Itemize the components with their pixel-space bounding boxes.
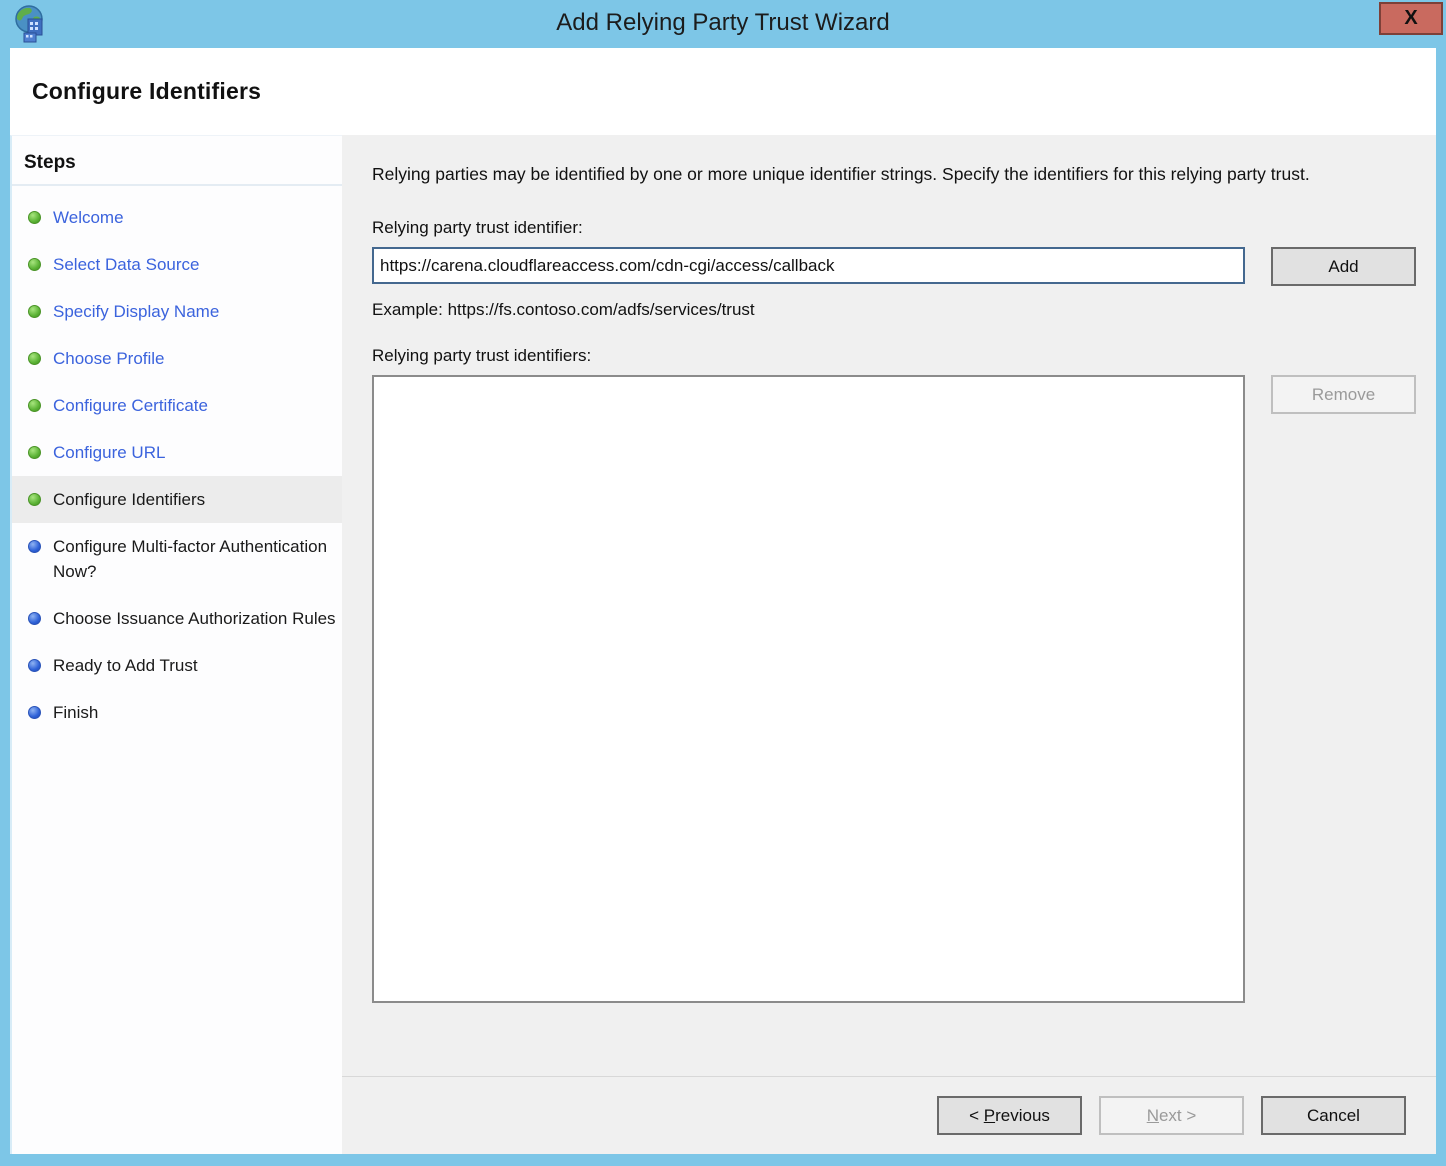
step-todo-bullet-icon bbox=[28, 612, 41, 625]
step-ready-to-add-trust: Ready to Add Trust bbox=[12, 642, 342, 689]
step-todo-bullet-icon bbox=[28, 706, 41, 719]
step-done-bullet-icon bbox=[28, 493, 41, 506]
window-title: Add Relying Party Trust Wizard bbox=[0, 0, 1446, 48]
cancel-button[interactable]: Cancel bbox=[1261, 1096, 1406, 1135]
step-finish: Finish bbox=[12, 689, 342, 736]
close-button[interactable]: X bbox=[1379, 2, 1443, 35]
step-done-bullet-icon bbox=[28, 258, 41, 271]
title-bar: Add Relying Party Trust Wizard X bbox=[0, 0, 1446, 48]
step-done-bullet-icon bbox=[28, 211, 41, 224]
step-select-data-source[interactable]: Select Data Source bbox=[12, 241, 342, 288]
step-configure-mfa: Configure Multi-factor Authentication No… bbox=[12, 523, 342, 595]
remove-button[interactable]: Remove bbox=[1271, 375, 1416, 414]
add-button[interactable]: Add bbox=[1271, 247, 1416, 286]
steps-heading: Steps bbox=[12, 146, 342, 186]
step-choose-profile[interactable]: Choose Profile bbox=[12, 335, 342, 382]
description-text: Relying parties may be identified by one… bbox=[372, 161, 1417, 188]
step-configure-certificate[interactable]: Configure Certificate bbox=[12, 382, 342, 429]
step-done-bullet-icon bbox=[28, 352, 41, 365]
step-todo-bullet-icon bbox=[28, 540, 41, 553]
step-configure-url[interactable]: Configure URL bbox=[12, 429, 342, 476]
identifier-field-label: Relying party trust identifier: bbox=[372, 218, 1436, 238]
page-title: Configure Identifiers bbox=[32, 78, 1436, 105]
step-configure-identifiers-current: Configure Identifiers bbox=[12, 476, 342, 523]
page-header: Configure Identifiers bbox=[10, 48, 1436, 135]
wizard-footer: < Previous Next > Cancel bbox=[342, 1076, 1436, 1154]
identifiers-list-label: Relying party trust identifiers: bbox=[372, 346, 1436, 366]
example-text: Example: https://fs.contoso.com/adfs/ser… bbox=[372, 300, 1436, 320]
step-done-bullet-icon bbox=[28, 305, 41, 318]
step-specify-display-name[interactable]: Specify Display Name bbox=[12, 288, 342, 335]
relying-party-identifier-input[interactable] bbox=[372, 247, 1245, 284]
steps-sidebar: Steps Welcome Select Data Source Specify… bbox=[10, 135, 342, 1154]
step-welcome[interactable]: Welcome bbox=[12, 194, 342, 241]
main-content: Relying parties may be identified by one… bbox=[342, 135, 1436, 1076]
identifiers-listbox[interactable] bbox=[372, 375, 1245, 1003]
previous-button[interactable]: < Previous bbox=[937, 1096, 1082, 1135]
step-todo-bullet-icon bbox=[28, 659, 41, 672]
wizard-window: Configure Identifiers Steps Welcome Sele… bbox=[10, 48, 1436, 1154]
step-choose-issuance-rules: Choose Issuance Authorization Rules bbox=[12, 595, 342, 642]
step-done-bullet-icon bbox=[28, 399, 41, 412]
next-button[interactable]: Next > bbox=[1099, 1096, 1244, 1135]
step-done-bullet-icon bbox=[28, 446, 41, 459]
